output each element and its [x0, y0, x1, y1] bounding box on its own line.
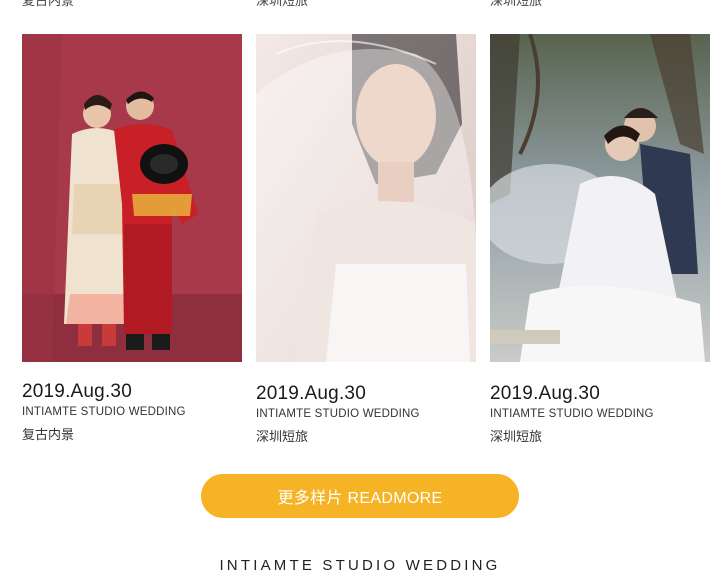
card-tag[interactable]: 复古内景 [22, 424, 242, 443]
card-studio-name: INTIAMTE STUDIO WEDDING [256, 408, 420, 420]
previous-tag-3: 深圳短旅 [490, 0, 543, 8]
card-date: 2019.Aug.30 [490, 383, 600, 404]
readmore-button[interactable]: 更多样片 READMORE [201, 474, 519, 518]
sample-card-1[interactable]: 2019.Aug.30 INTIAMTE STUDIO WEDDING 复古内景 [22, 34, 242, 443]
previous-tag-1: 复古内景 [22, 0, 75, 8]
card-studio-name: INTIAMTE STUDIO WEDDING [22, 406, 186, 418]
card-tag[interactable]: 深圳短旅 [490, 426, 710, 445]
card-date: 2019.Aug.30 [22, 381, 132, 402]
card-date: 2019.Aug.30 [256, 383, 366, 404]
card-tag[interactable]: 深圳短旅 [256, 426, 476, 445]
previous-row-labels: 复古内景 深圳短旅 深圳短旅 [0, 0, 720, 8]
footer-brand-name: INTIAMTE STUDIO WEDDING [219, 557, 501, 574]
photo-retro-interior[interactable] [22, 34, 242, 362]
card-studio-name: INTIAMTE STUDIO WEDDING [490, 408, 654, 420]
sample-card-2[interactable]: 2019.Aug.30 INTIAMTE STUDIO WEDDING 深圳短旅 [256, 34, 476, 445]
previous-tag-2: 深圳短旅 [256, 0, 309, 8]
photo-veil-portrait[interactable] [256, 34, 476, 362]
photo-forest-couple[interactable] [490, 34, 710, 362]
sample-card-3[interactable]: 2019.Aug.30 INTIAMTE STUDIO WEDDING 深圳短旅 [490, 34, 710, 445]
